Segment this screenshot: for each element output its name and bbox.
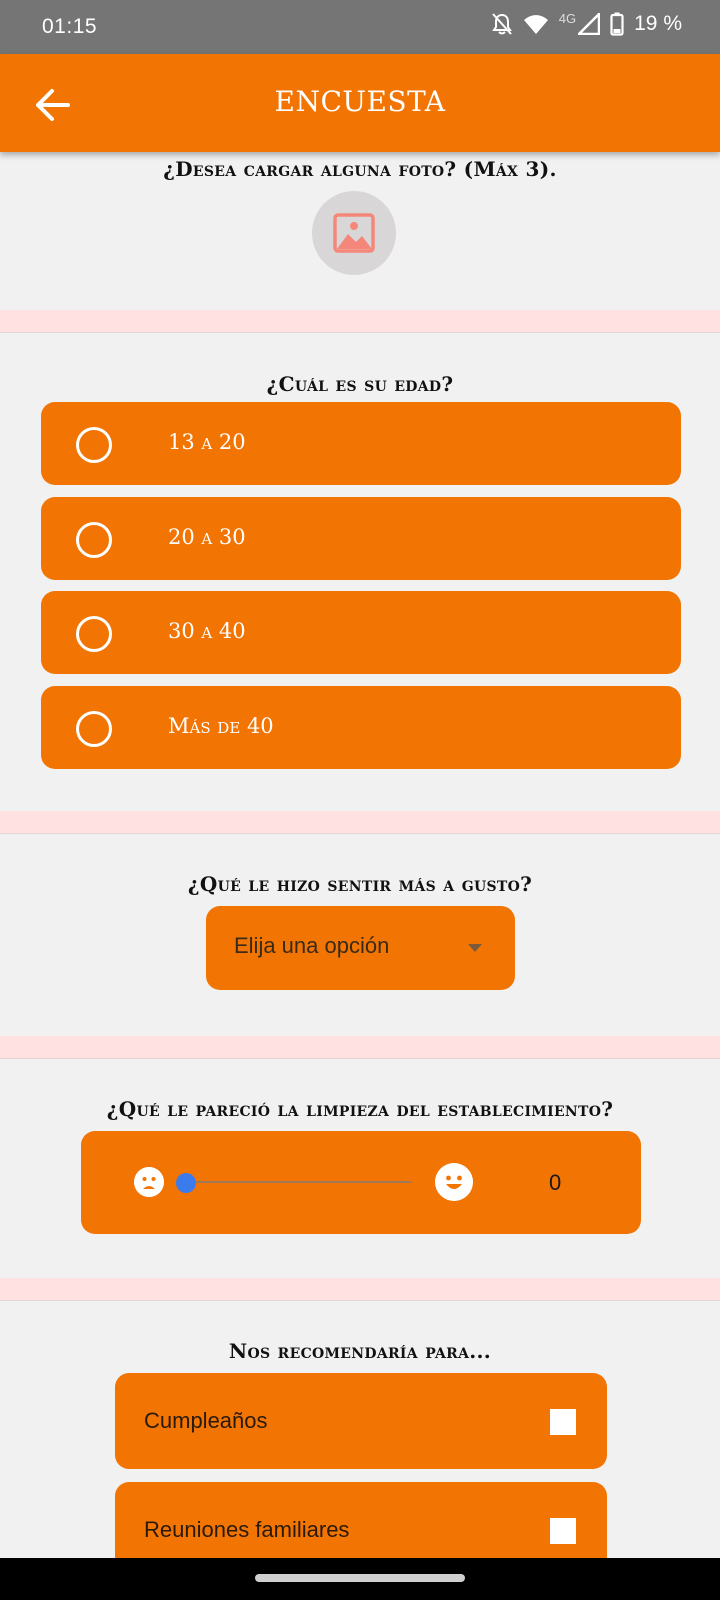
radio-button[interactable]: [76, 427, 112, 463]
network-type: 4G: [558, 10, 577, 26]
sad-face-icon: [134, 1167, 164, 1197]
section-divider: [0, 1278, 720, 1301]
battery-icon: [610, 12, 624, 36]
signal-icon: [578, 13, 601, 35]
notifications-off-icon: [491, 13, 512, 35]
recommend-option-label: Reuniones familiares: [144, 1517, 350, 1542]
comfort-question: ¿Qué le hizo sentir más a gusto?: [187, 872, 533, 896]
slider-track[interactable]: [189, 1181, 412, 1183]
checkbox[interactable]: [550, 1518, 576, 1544]
age-option-label: 13 a 20: [168, 430, 246, 454]
radio-button[interactable]: [76, 522, 112, 558]
happy-face-icon: [435, 1163, 473, 1201]
battery-percent: 19 %: [634, 12, 682, 35]
checkbox[interactable]: [550, 1409, 576, 1435]
dropdown-arrow-icon: [468, 944, 482, 952]
age-option-label: 30 a 40: [168, 619, 246, 643]
radio-button[interactable]: [76, 616, 112, 652]
age-option-20-30[interactable]: 20 a 30: [41, 497, 681, 580]
page-title: ENCUESTA: [274, 85, 446, 118]
status-time: 01:15: [42, 15, 98, 38]
app-bar: ENCUESTA: [0, 54, 720, 152]
wifi-icon: [523, 15, 548, 34]
upload-photo-button[interactable]: [312, 191, 396, 275]
section-divider: [0, 1036, 720, 1059]
recommend-question: Nos recomendaría para...: [228, 1339, 492, 1363]
age-option-40-plus[interactable]: Más de 40: [41, 686, 681, 769]
image-icon: [333, 213, 375, 253]
status-icons: 4G 19 %: [491, 10, 682, 36]
photo-question: ¿Desea cargar alguna foto? (Máx 3).: [163, 157, 557, 181]
section-divider: [0, 310, 720, 333]
section-divider: [0, 811, 720, 834]
age-option-30-40[interactable]: 30 a 40: [41, 591, 681, 674]
status-bar: 01:15 4G 19 %: [0, 0, 720, 54]
age-question: ¿Cuál es su edad?: [266, 372, 454, 396]
age-option-label: 20 a 30: [168, 525, 246, 549]
recommend-option-label: Cumpleaños: [144, 1408, 268, 1433]
slider-thumb[interactable]: [176, 1173, 196, 1193]
age-option-13-20[interactable]: 13 a 20: [41, 402, 681, 485]
radio-button[interactable]: [76, 711, 112, 747]
dropdown-value: Elija una opción: [234, 933, 390, 958]
age-option-label: Más de 40: [168, 714, 274, 738]
slider-value: 0: [549, 1170, 562, 1195]
recommend-option-cumpleanos[interactable]: Cumpleaños: [115, 1373, 607, 1469]
cleanliness-slider-card: 0: [81, 1131, 641, 1234]
system-nav-bar: [0, 1558, 720, 1600]
cleanliness-question: ¿Qué le pareció la limpieza del establec…: [106, 1097, 614, 1121]
home-gesture-handle[interactable]: [255, 1574, 465, 1582]
comfort-dropdown[interactable]: Elija una opción: [206, 906, 515, 990]
